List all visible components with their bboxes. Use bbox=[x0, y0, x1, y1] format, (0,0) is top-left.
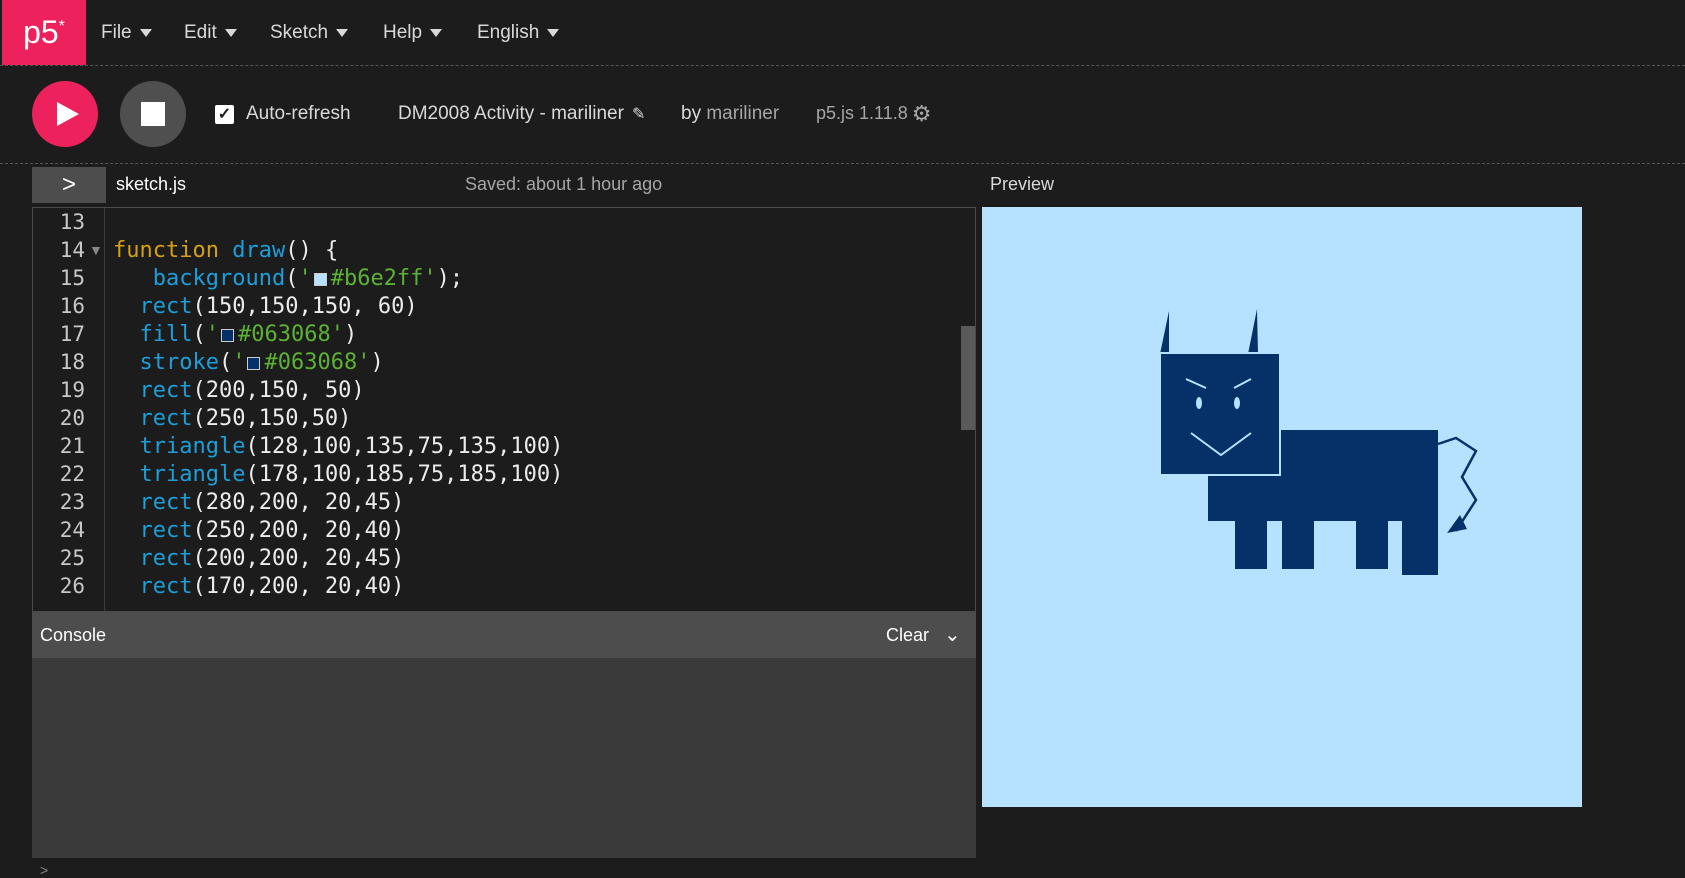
chevron-down-icon bbox=[430, 29, 443, 37]
chevron-down-icon bbox=[336, 29, 349, 37]
pencil-icon[interactable]: ✎ bbox=[632, 104, 645, 124]
line-number: 21 bbox=[59, 434, 85, 458]
console-prompt[interactable]: > bbox=[40, 862, 48, 878]
chevron-down-icon[interactable]: ⌄ bbox=[944, 622, 961, 647]
sidebar-toggle-button[interactable]: > bbox=[32, 167, 106, 203]
auto-refresh-toggle[interactable]: ✓ Auto-refresh bbox=[215, 103, 351, 125]
code-line[interactable]: rect(150,150,150, 60) bbox=[113, 294, 418, 319]
top-nav: p5 * File Edit Sketch Help English bbox=[0, 0, 1685, 66]
code-line[interactable]: rect(250,200, 20,40) bbox=[113, 518, 405, 543]
sketch-name-text: DM2008 Activity - mariliner bbox=[398, 103, 624, 124]
code-line[interactable]: triangle(128,100,135,75,135,100) bbox=[113, 434, 564, 459]
leg bbox=[1235, 507, 1267, 569]
right-horn bbox=[1248, 309, 1258, 354]
code-editor[interactable]: 13 14 ▼ 15 16 17 18 19 20 21 22 23 24 25 26 function d… bbox=[32, 207, 976, 612]
fold-arrow-icon[interactable]: ▼ bbox=[89, 242, 103, 258]
by-label: by bbox=[681, 103, 702, 124]
menu-edit[interactable]: Edit bbox=[184, 22, 237, 44]
menu-file[interactable]: File bbox=[101, 22, 152, 44]
toolbar: ✓ Auto-refresh DM2008 Activity - marilin… bbox=[0, 66, 1685, 164]
menu-help[interactable]: Help bbox=[383, 22, 443, 44]
line-gutter: 13 14 ▼ 15 16 17 18 19 20 21 22 23 24 25 26 bbox=[33, 208, 105, 611]
chevron-right-icon: > bbox=[61, 171, 76, 198]
stop-button[interactable] bbox=[120, 81, 186, 147]
line-number: 18 bbox=[59, 350, 85, 374]
tail bbox=[1437, 436, 1478, 532]
line-number: 17 bbox=[59, 322, 85, 346]
preview-canvas bbox=[1159, 309, 1478, 575]
bull-head-front bbox=[1159, 352, 1281, 476]
line-number: 25 bbox=[59, 546, 85, 570]
leg bbox=[1356, 507, 1388, 569]
left-horn bbox=[1160, 311, 1169, 354]
code-line[interactable]: rect(250,150,50) bbox=[113, 406, 352, 431]
code-line[interactable]: rect(280,200, 20,45) bbox=[113, 490, 405, 515]
line-number: 22 bbox=[59, 462, 85, 486]
line-number: 14 bbox=[59, 238, 85, 262]
line-number: 19 bbox=[59, 378, 85, 402]
file-tab[interactable]: sketch.js bbox=[116, 174, 186, 195]
console-header: Console Clear ⌄ bbox=[32, 612, 976, 658]
stop-icon bbox=[141, 102, 165, 126]
play-icon bbox=[56, 102, 79, 126]
line-number: 24 bbox=[59, 518, 85, 542]
code-line[interactable]: triangle(178,100,185,75,185,100) bbox=[113, 462, 564, 487]
bull-drawing bbox=[1159, 309, 1478, 575]
auto-refresh-checkbox[interactable]: ✓ bbox=[215, 104, 234, 124]
author-link[interactable]: mariliner bbox=[706, 103, 779, 124]
sketch-preview[interactable] bbox=[982, 207, 1582, 807]
menu-language[interactable]: English bbox=[477, 22, 560, 44]
preview-label: Preview bbox=[990, 174, 1055, 194]
code-line[interactable]: stroke(' #063068') bbox=[113, 350, 384, 375]
p5-logo[interactable]: p5 * bbox=[2, 0, 86, 65]
code-line[interactable]: function draw() { bbox=[113, 238, 338, 263]
leg bbox=[1402, 507, 1438, 575]
gear-icon[interactable]: ⚙ bbox=[912, 102, 932, 124]
sketch-name[interactable]: DM2008 Activity - mariliner ✎ bbox=[398, 103, 645, 125]
console-clear-button[interactable]: Clear bbox=[886, 625, 929, 646]
line-number: 26 bbox=[59, 574, 85, 598]
version-label: p5.js 1.11.8 bbox=[816, 103, 908, 123]
chevron-down-icon bbox=[224, 29, 237, 37]
left-eye bbox=[1196, 397, 1202, 409]
chevron-down-icon bbox=[139, 29, 152, 37]
line-number: 13 bbox=[59, 210, 85, 234]
chevron-down-icon bbox=[547, 29, 560, 37]
play-button[interactable] bbox=[32, 81, 98, 147]
version-settings[interactable]: p5.js 1.11.8 ⚙ bbox=[816, 102, 932, 124]
console-output[interactable] bbox=[32, 658, 976, 858]
code-line[interactable]: rect(170,200, 20,40) bbox=[113, 574, 405, 599]
author-byline: by mariliner bbox=[681, 103, 779, 125]
right-eye bbox=[1234, 397, 1240, 409]
line-number: 23 bbox=[59, 490, 85, 514]
editor-scrollbar[interactable] bbox=[961, 326, 975, 430]
code-line[interactable]: fill(' #063068') bbox=[113, 322, 358, 347]
line-number: 16 bbox=[59, 294, 85, 318]
code-line[interactable]: rect(200,150, 50) bbox=[113, 378, 365, 403]
console-title: Console bbox=[40, 625, 107, 645]
line-number: 20 bbox=[59, 406, 85, 430]
menu-sketch[interactable]: Sketch bbox=[270, 22, 349, 44]
line-number: 15 bbox=[59, 266, 85, 290]
code-line[interactable]: background(' #b6e2ff'); bbox=[113, 266, 463, 291]
leg bbox=[1282, 507, 1314, 569]
saved-status: Saved: about 1 hour ago bbox=[465, 174, 663, 194]
auto-refresh-label: Auto-refresh bbox=[246, 103, 351, 124]
code-line[interactable]: rect(200,200, 20,45) bbox=[113, 546, 405, 571]
